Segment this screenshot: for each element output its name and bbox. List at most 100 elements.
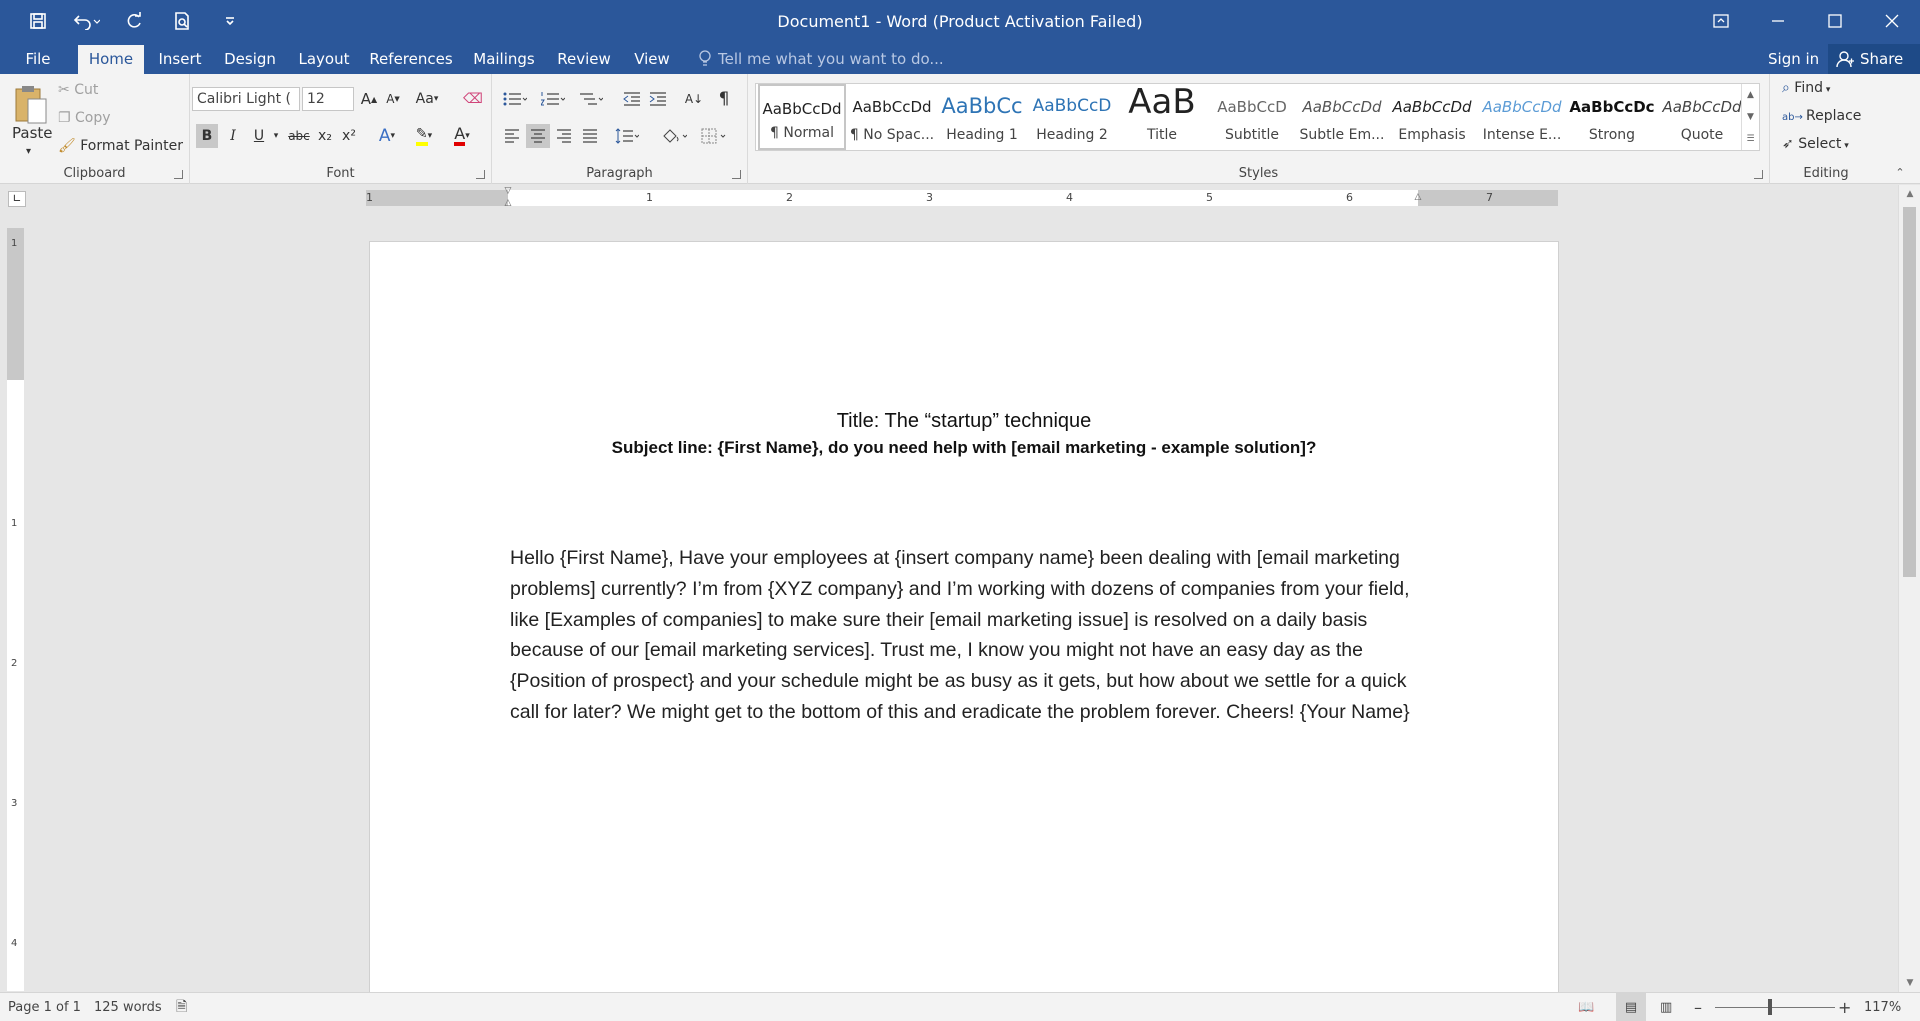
line-spacing-button[interactable] bbox=[610, 124, 644, 148]
style-strong[interactable]: AaBbCcDc Strong bbox=[1568, 84, 1656, 150]
share-button[interactable]: Share bbox=[1828, 44, 1920, 74]
align-left-button[interactable] bbox=[500, 124, 524, 148]
bullets-button[interactable] bbox=[498, 87, 532, 111]
numbering-button[interactable] bbox=[536, 87, 570, 111]
font-dialog-launcher[interactable] bbox=[476, 170, 485, 179]
zoom-in-button[interactable]: + bbox=[1838, 993, 1851, 1021]
ribbon-display-options-button[interactable] bbox=[1692, 0, 1749, 42]
right-indent-marker[interactable]: △ bbox=[1412, 192, 1424, 202]
copy-button[interactable]: ❐ Copy bbox=[58, 110, 111, 126]
document-subject-line[interactable]: Subject line: {First Name}, do you need … bbox=[370, 438, 1558, 458]
gallery-down-button[interactable]: ▼ bbox=[1742, 106, 1759, 128]
sign-in-link[interactable]: Sign in bbox=[1768, 45, 1819, 73]
collapse-ribbon-button[interactable]: ⌃ bbox=[1892, 164, 1908, 180]
shrink-font-button[interactable]: A ▼ bbox=[382, 87, 404, 111]
save-button[interactable] bbox=[18, 4, 58, 38]
tab-file[interactable]: File bbox=[18, 45, 58, 74]
style-quote[interactable]: AaBbCcDd Quote bbox=[1658, 84, 1746, 150]
tab-mailings[interactable]: Mailings bbox=[470, 45, 538, 74]
sort-button[interactable]: A↓ bbox=[682, 87, 706, 111]
proofing-icon[interactable]: 🗎 bbox=[176, 993, 187, 1021]
font-size-box[interactable]: 12 bbox=[302, 87, 354, 111]
style-normal[interactable]: AaBbCcDd ¶ Normal bbox=[758, 84, 846, 150]
word-count[interactable]: 125 words bbox=[94, 993, 162, 1021]
hanging-indent-marker[interactable]: △ bbox=[502, 198, 514, 208]
styles-dialog-launcher[interactable] bbox=[1754, 170, 1763, 179]
print-preview-button[interactable] bbox=[162, 4, 202, 38]
style-intense-emphasis[interactable]: AaBbCcDd Intense E... bbox=[1478, 84, 1566, 150]
clipboard-dialog-launcher[interactable] bbox=[174, 170, 183, 179]
tab-review[interactable]: Review bbox=[554, 45, 614, 74]
clear-formatting-button[interactable]: ⌫ bbox=[462, 87, 484, 111]
web-layout-button[interactable]: ▥ bbox=[1660, 993, 1672, 1021]
page-count[interactable]: Page 1 of 1 bbox=[8, 993, 81, 1021]
scrollbar-thumb[interactable] bbox=[1903, 207, 1916, 577]
select-button[interactable]: ➶ Select ▾ bbox=[1782, 136, 1849, 152]
find-button[interactable]: ⌕ Find ▾ bbox=[1782, 80, 1830, 96]
zoom-slider-track[interactable] bbox=[1715, 1007, 1835, 1008]
increase-indent-button[interactable] bbox=[646, 87, 670, 111]
scroll-down-arrow[interactable]: ▼ bbox=[1899, 978, 1920, 988]
subscript-button[interactable]: x₂ bbox=[314, 124, 336, 148]
read-mode-button[interactable]: 📖 bbox=[1578, 993, 1594, 1021]
paste-button[interactable] bbox=[8, 80, 52, 130]
gallery-more-button[interactable]: ☰ bbox=[1742, 128, 1759, 150]
zoom-out-button[interactable]: – bbox=[1694, 993, 1702, 1021]
close-button[interactable] bbox=[1863, 0, 1920, 42]
paragraph-dialog-launcher[interactable] bbox=[732, 170, 741, 179]
tab-design[interactable]: Design bbox=[222, 45, 278, 74]
zoom-level[interactable]: 117% bbox=[1864, 993, 1901, 1021]
style-subtitle[interactable]: AaBbCcD Subtitle bbox=[1208, 84, 1296, 150]
borders-button[interactable] bbox=[696, 124, 732, 148]
tab-home[interactable]: Home bbox=[78, 45, 144, 74]
style-no-spacing[interactable]: AaBbCcDd ¶ No Spac... bbox=[848, 84, 936, 150]
align-right-button[interactable] bbox=[552, 124, 576, 148]
gallery-up-button[interactable]: ▲ bbox=[1742, 84, 1759, 106]
underline-button[interactable]: U bbox=[248, 124, 270, 148]
document-page[interactable]: Title: The “startup” technique Subject l… bbox=[369, 241, 1559, 992]
first-line-indent-marker[interactable]: ▽ bbox=[502, 186, 514, 196]
redo-button[interactable] bbox=[114, 4, 154, 38]
style-title[interactable]: AaB Title bbox=[1118, 82, 1206, 150]
undo-button[interactable] bbox=[66, 4, 106, 38]
minimize-button[interactable] bbox=[1749, 0, 1806, 42]
text-effects-button[interactable]: A ▾ bbox=[370, 124, 404, 148]
style-heading-1[interactable]: AaBbCc Heading 1 bbox=[938, 84, 1026, 150]
customize-qat-button[interactable] bbox=[210, 4, 250, 38]
font-family-box[interactable]: Calibri Light ( bbox=[192, 87, 300, 111]
maximize-button[interactable] bbox=[1806, 0, 1863, 42]
font-color-button[interactable]: A ▾ bbox=[444, 124, 480, 148]
italic-button[interactable]: I bbox=[222, 124, 244, 148]
strikethrough-button[interactable]: abc bbox=[286, 124, 312, 148]
decrease-indent-button[interactable] bbox=[620, 87, 644, 111]
scroll-up-arrow[interactable]: ▲ bbox=[1899, 189, 1920, 199]
align-center-button[interactable] bbox=[526, 124, 550, 148]
highlight-button[interactable]: ✎ ▾ bbox=[406, 124, 442, 148]
tab-references[interactable]: References bbox=[368, 45, 454, 74]
shading-button[interactable] bbox=[656, 124, 692, 148]
zoom-slider-thumb[interactable] bbox=[1768, 999, 1772, 1015]
tab-selector[interactable]: ∟ bbox=[8, 191, 26, 207]
document-body-paragraph[interactable]: Hello {First Name}, Have your employees … bbox=[510, 543, 1430, 728]
change-case-button[interactable]: Aa ▾ bbox=[410, 87, 444, 111]
justify-button[interactable] bbox=[578, 124, 602, 148]
style-emphasis[interactable]: AaBbCcDd Emphasis bbox=[1388, 84, 1476, 150]
multilevel-list-button[interactable] bbox=[574, 87, 608, 111]
format-painter-button[interactable]: 🖌 Format Painter bbox=[58, 138, 183, 154]
paste-dropdown-arrow[interactable]: ▾ bbox=[26, 146, 31, 157]
tell-me-search[interactable]: Tell me what you want to do... bbox=[698, 45, 944, 73]
document-title-line[interactable]: Title: The “startup” technique bbox=[370, 410, 1558, 433]
horizontal-ruler[interactable]: 1 1 2 3 4 5 6 7 ▽ △ △ bbox=[366, 186, 1558, 208]
replace-button[interactable]: ab→ Replace bbox=[1782, 108, 1861, 124]
superscript-button[interactable]: x² bbox=[338, 124, 360, 148]
vertical-ruler[interactable]: 1 1 2 3 4 bbox=[7, 228, 24, 991]
tab-insert[interactable]: Insert bbox=[154, 45, 206, 74]
show-hide-marks-button[interactable]: ¶ bbox=[712, 87, 736, 111]
style-subtle-emphasis[interactable]: AaBbCcDd Subtle Em... bbox=[1298, 84, 1386, 150]
tab-layout[interactable]: Layout bbox=[296, 45, 352, 74]
bold-button[interactable]: B bbox=[196, 124, 218, 148]
vertical-scrollbar[interactable]: ▲ ▼ bbox=[1898, 185, 1920, 992]
cut-button[interactable]: ✂ Cut bbox=[58, 82, 98, 98]
style-heading-2[interactable]: AaBbCcD Heading 2 bbox=[1028, 84, 1116, 150]
grow-font-button[interactable]: A ▲ bbox=[358, 87, 380, 111]
